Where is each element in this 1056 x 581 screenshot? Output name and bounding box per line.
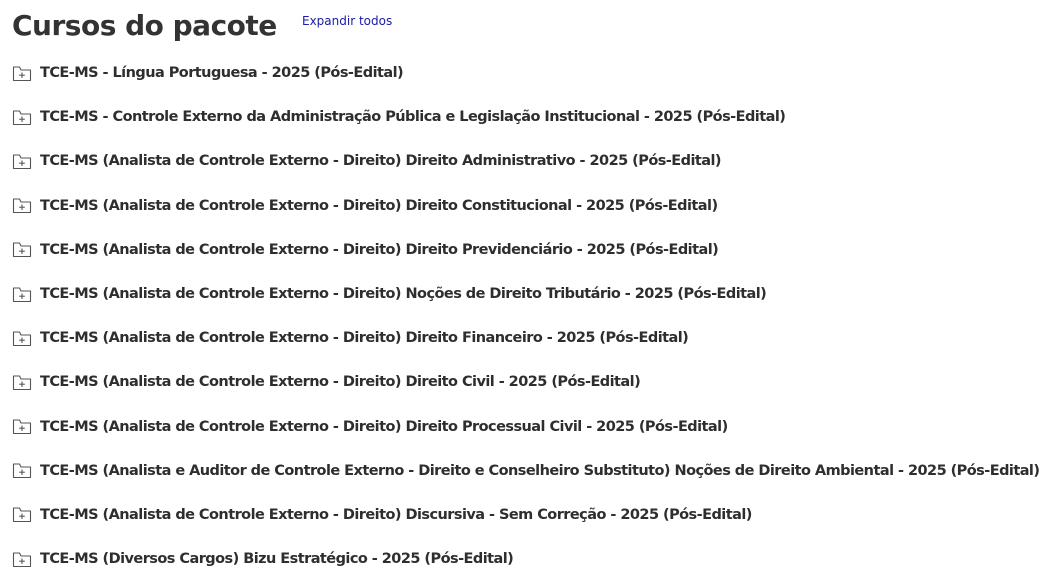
course-item[interactable]: TCE-MS (Analista de Controle Externo - D… xyxy=(12,139,1039,183)
course-item[interactable]: TCE-MS (Analista de Controle Externo - D… xyxy=(12,272,1039,316)
course-item[interactable]: TCE-MS (Analista de Controle Externo - D… xyxy=(12,228,1039,272)
expand-all-link[interactable]: Expandir todos xyxy=(302,14,392,28)
folder-plus-icon[interactable] xyxy=(12,462,32,479)
page-header: Cursos do pacote xyxy=(12,6,277,46)
course-item[interactable]: TCE-MS - Controle Externo da Administraç… xyxy=(12,95,1039,139)
folder-plus-icon[interactable] xyxy=(12,109,32,126)
course-label[interactable]: TCE-MS (Analista de Controle Externo - D… xyxy=(40,374,641,390)
course-item[interactable]: TCE-MS (Analista e Auditor de Controle E… xyxy=(12,449,1040,493)
folder-plus-icon[interactable] xyxy=(12,551,32,568)
course-item[interactable]: TCE-MS (Diversos Cargos) Bizu Estratégic… xyxy=(12,537,1039,581)
folder-plus-icon[interactable] xyxy=(12,65,32,82)
course-label[interactable]: TCE-MS (Diversos Cargos) Bizu Estratégic… xyxy=(40,551,514,567)
course-label[interactable]: TCE-MS (Analista de Controle Externo - D… xyxy=(40,419,728,435)
folder-plus-icon[interactable] xyxy=(12,506,32,523)
folder-plus-icon[interactable] xyxy=(12,330,32,347)
course-label[interactable]: TCE-MS (Analista de Controle Externo - D… xyxy=(40,330,689,346)
course-item[interactable]: TCE-MS (Analista de Controle Externo - D… xyxy=(12,360,1039,404)
course-item[interactable]: TCE-MS (Analista de Controle Externo - D… xyxy=(12,184,1039,228)
course-list: TCE-MS - Língua Portuguesa - 2025 (Pós-E… xyxy=(12,51,1040,581)
folder-plus-icon[interactable] xyxy=(12,418,32,435)
page-title: Cursos do pacote xyxy=(12,9,277,42)
course-label[interactable]: TCE-MS - Língua Portuguesa - 2025 (Pós-E… xyxy=(40,65,404,81)
course-item[interactable]: TCE-MS (Analista de Controle Externo - D… xyxy=(12,316,1039,360)
folder-plus-icon[interactable] xyxy=(12,286,32,303)
course-label[interactable]: TCE-MS (Analista de Controle Externo - D… xyxy=(40,507,752,523)
folder-plus-icon[interactable] xyxy=(12,197,32,214)
course-label[interactable]: TCE-MS - Controle Externo da Administraç… xyxy=(40,109,786,125)
course-label[interactable]: TCE-MS (Analista de Controle Externo - D… xyxy=(40,153,722,169)
course-label[interactable]: TCE-MS (Analista de Controle Externo - D… xyxy=(40,286,767,302)
course-label[interactable]: TCE-MS (Analista e Auditor de Controle E… xyxy=(40,463,1040,479)
folder-plus-icon[interactable] xyxy=(12,153,32,170)
folder-plus-icon[interactable] xyxy=(12,241,32,258)
course-item[interactable]: TCE-MS - Língua Portuguesa - 2025 (Pós-E… xyxy=(12,51,1039,95)
course-label[interactable]: TCE-MS (Analista de Controle Externo - D… xyxy=(40,198,718,214)
folder-plus-icon[interactable] xyxy=(12,374,32,391)
course-item[interactable]: TCE-MS (Analista de Controle Externo - D… xyxy=(12,493,1039,537)
course-item[interactable]: TCE-MS (Analista de Controle Externo - D… xyxy=(12,405,1039,449)
course-label[interactable]: TCE-MS (Analista de Controle Externo - D… xyxy=(40,242,719,258)
